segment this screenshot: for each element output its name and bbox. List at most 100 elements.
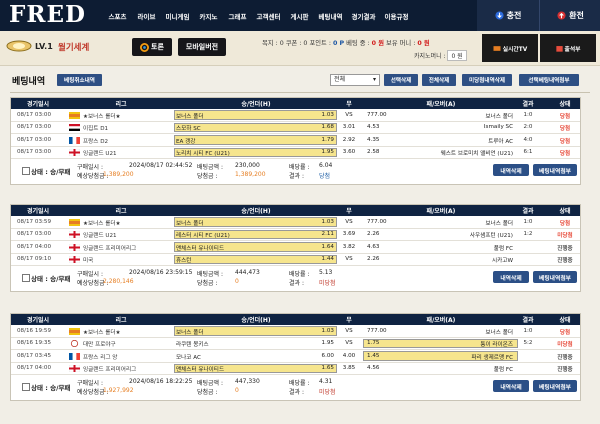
league-flag-icon bbox=[69, 111, 80, 119]
col-date: 경기일시 bbox=[26, 101, 50, 108]
site-logo[interactable]: FRED bbox=[9, 1, 86, 28]
delete-all-button[interactable]: 전체삭제 bbox=[422, 74, 456, 86]
select-delete-button[interactable]: 선택삭제 bbox=[384, 74, 418, 86]
odds-label: 배당률 : bbox=[289, 271, 310, 278]
table-row: 08/17 09:10 미국 휴스턴 1.44 VS 2.26 시카고W 진행중 bbox=[11, 254, 580, 266]
row-league: ★보너스 롤더★ bbox=[83, 113, 121, 120]
cancel-history-button[interactable]: 베팅취소내역 bbox=[57, 74, 102, 86]
nav-live[interactable]: 라이브 bbox=[132, 11, 161, 21]
nav-bet-history[interactable]: 베팅내역 bbox=[314, 11, 347, 21]
nav-sports[interactable]: 스포츠 bbox=[103, 11, 132, 21]
col-away: 패/오버(A) bbox=[426, 208, 456, 215]
delete-history-button[interactable]: 내역삭제 bbox=[493, 271, 529, 283]
row-date: 08/16 19:59 bbox=[17, 327, 52, 334]
withdraw-label: 환전 bbox=[569, 11, 584, 20]
row-away-team: 사우샘프턴 (U21) bbox=[469, 233, 513, 239]
row-home-odds: 1.95 bbox=[321, 149, 334, 155]
col-league: 리그 bbox=[115, 317, 127, 324]
stats-betting-label: 베팅 중 : bbox=[344, 40, 372, 47]
league-flag-icon bbox=[68, 255, 81, 264]
nav-results[interactable]: 경기결과 bbox=[347, 11, 380, 21]
nav-minigame[interactable]: 미니게임 bbox=[161, 11, 194, 21]
row-draw: VS bbox=[345, 111, 353, 118]
result-value: 미당첨 bbox=[319, 389, 336, 396]
row-league: 프랑스 리그 앙 bbox=[83, 354, 118, 361]
submit-history-button[interactable]: 베팅내역첨부 bbox=[533, 380, 577, 392]
submit-history-button[interactable]: 베팅내역첨부 bbox=[533, 164, 577, 176]
row-away-odds: 777.00 bbox=[367, 111, 387, 118]
buy-value: 2024/08/16 23:59:15 bbox=[129, 269, 193, 276]
stats-labels: 목지 : 0 쿠폰 : 0 포인트 : bbox=[262, 40, 333, 47]
attendance-button[interactable]: 출석부 bbox=[540, 34, 596, 62]
row-home-odds: 1.64 bbox=[321, 243, 334, 250]
select-checkbox[interactable] bbox=[22, 167, 30, 175]
select-checkbox[interactable] bbox=[22, 274, 30, 282]
col-home: 승/언더(H) bbox=[241, 208, 271, 215]
bet-status: 상태 : 승/무패 bbox=[31, 168, 71, 176]
nav-casino[interactable]: 카지노 bbox=[194, 11, 223, 21]
row-status: 당첨 bbox=[559, 138, 571, 145]
member-level: LV.1 bbox=[35, 42, 53, 51]
bet-status: 상태 : 승/무패 bbox=[31, 384, 71, 392]
buy-label: 구매일시 : bbox=[77, 271, 104, 278]
expect-value: 1,389,200 bbox=[103, 171, 134, 178]
row-draw: 3.60 bbox=[342, 149, 356, 155]
delete-finished-button[interactable]: 미당첨내역삭제 bbox=[462, 74, 512, 86]
row-league: 미국 bbox=[83, 258, 94, 264]
odds-value: 6.04 bbox=[319, 162, 333, 169]
attendance-label: 출석부 bbox=[564, 46, 581, 53]
filter-select-value: 전체 bbox=[334, 76, 346, 83]
mobile-version-button[interactable]: 모바일버전 bbox=[178, 38, 226, 56]
row-draw: VS bbox=[345, 327, 353, 334]
submit-history-button[interactable]: 베팅내역첨부 bbox=[533, 271, 577, 283]
toon-button[interactable]: 토론 bbox=[132, 38, 172, 56]
row-status: 미당첨 bbox=[557, 233, 573, 239]
delete-history-button[interactable]: 내역삭제 bbox=[493, 380, 529, 392]
row-date: 08/17 03:00 bbox=[17, 124, 52, 130]
row-away-team: 퉁이 라이온즈 bbox=[480, 342, 513, 348]
row-home-team: 보너스 폴더 bbox=[176, 220, 204, 227]
row-league: 잉글랜드 프리미어리그 bbox=[83, 367, 137, 373]
col-draw: 무 bbox=[346, 101, 352, 108]
filter-select[interactable]: 전체 ▾ bbox=[330, 74, 380, 86]
result-label: 결과 : bbox=[289, 173, 304, 180]
table-row: 08/17 03:59 ★보너스 롤더★ 보너스 폴더 1.03 VS 777.00 보너스… bbox=[11, 216, 580, 229]
league-flag-icon bbox=[69, 339, 80, 348]
col-home: 승/언더(H) bbox=[241, 317, 271, 324]
row-date: 08/17 09:10 bbox=[17, 256, 52, 262]
row-date: 08/16 19:35 bbox=[17, 340, 52, 346]
row-league: 대만 프로야구 bbox=[83, 342, 116, 348]
row-result: 5:2 bbox=[523, 340, 533, 346]
row-date: 08/17 03:00 bbox=[17, 231, 52, 237]
row-draw: 3.85 bbox=[342, 365, 356, 371]
nav-graph[interactable]: 그래프 bbox=[223, 11, 252, 21]
win-label: 당첨금 : bbox=[197, 173, 218, 180]
nav-support[interactable]: 고객센터 bbox=[252, 11, 285, 21]
select-submit-button[interactable]: 선택베팅내역첨부 bbox=[519, 74, 579, 86]
row-away-team: 풀럼 FC bbox=[493, 245, 513, 252]
row-away-odds: 2.58 bbox=[367, 149, 380, 155]
bet-block: 경기일시 리그 승/언더(H) 무 패/오버(A) 결과 상태 08/16 19:59 ★보너스… bbox=[10, 313, 581, 401]
select-checkbox[interactable] bbox=[22, 383, 30, 391]
charge-label: 충전 bbox=[506, 11, 522, 20]
delete-history-button[interactable]: 내역삭제 bbox=[493, 164, 529, 176]
withdraw-button[interactable]: 환전 bbox=[539, 0, 600, 31]
row-status: 진행중 bbox=[557, 245, 573, 252]
col-date: 경기일시 bbox=[26, 208, 50, 215]
table-row: 08/17 03:00 ★보너스 롤더★ 보너스 폴더 1.03 VS 777.00 보너스… bbox=[11, 109, 580, 122]
row-away-odds: 777.00 bbox=[367, 218, 387, 225]
row-league: 프랑스 D2 bbox=[83, 138, 109, 145]
live-tv-label: 실시간TV bbox=[502, 46, 528, 53]
live-tv-button[interactable]: 실시간TV bbox=[482, 34, 538, 62]
nav-board[interactable]: 게시판 bbox=[285, 11, 314, 21]
table-header: 경기일시 리그 승/언더(H) 무 패/오버(A) 결과 상태 bbox=[11, 205, 580, 216]
row-away-team: 파리 생제르맹 FC bbox=[471, 354, 513, 361]
row-home-odds: 1.68 bbox=[321, 124, 334, 130]
withdraw-icon bbox=[557, 11, 566, 20]
odds-value: 5.13 bbox=[319, 269, 333, 276]
row-home-odds: 1.65 bbox=[321, 365, 334, 371]
nav-rules[interactable]: 이용규정 bbox=[380, 11, 413, 21]
table-row: 08/17 03:00 잉글랜드 U21 레스터 시티 FC (U21) 2.11 3.… bbox=[11, 229, 580, 241]
money-value: 0 원 bbox=[417, 40, 430, 47]
charge-button[interactable]: 충전 bbox=[477, 0, 539, 31]
